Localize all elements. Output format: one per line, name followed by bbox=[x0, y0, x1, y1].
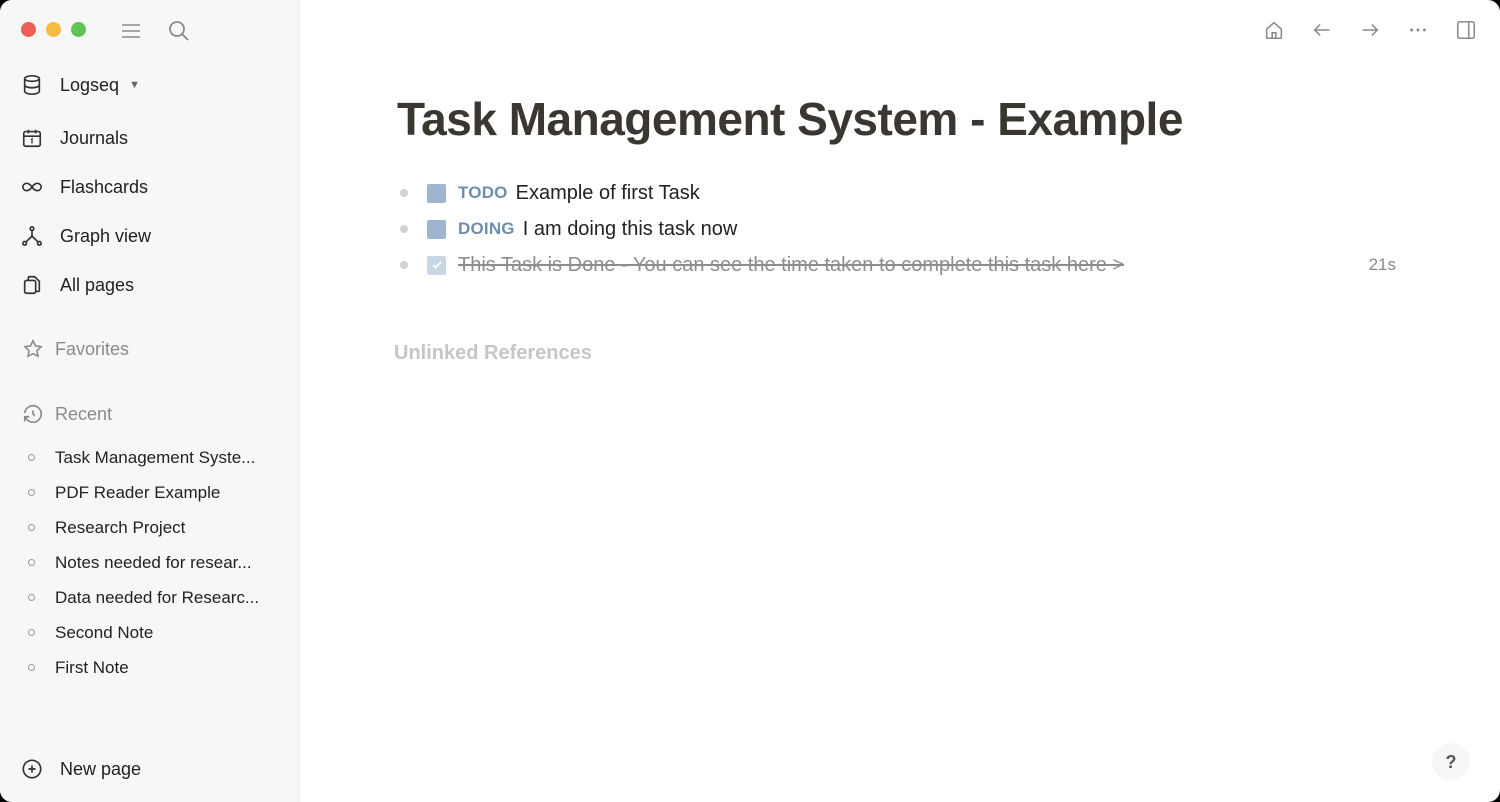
page-title[interactable]: Task Management System - Example bbox=[397, 92, 1183, 146]
star-icon bbox=[22, 338, 44, 360]
sidebar-item-journals[interactable]: Journals bbox=[20, 123, 128, 153]
plus-circle-icon bbox=[20, 757, 44, 781]
more-options-button[interactable] bbox=[1406, 18, 1430, 42]
recent-item[interactable]: Second Note bbox=[28, 615, 259, 650]
bullet-icon bbox=[28, 489, 35, 496]
arrow-right-icon bbox=[1362, 23, 1379, 37]
check-icon bbox=[431, 261, 442, 269]
minimize-window-button[interactable] bbox=[46, 22, 61, 37]
sidebar-item-flashcards[interactable]: Flashcards bbox=[20, 172, 148, 202]
task-block[interactable]: DOING I am doing this task now bbox=[400, 214, 1400, 244]
task-checkbox-checked[interactable] bbox=[427, 255, 446, 275]
recent-item-label: First Note bbox=[55, 657, 129, 677]
task-checkbox[interactable] bbox=[427, 183, 446, 203]
maximize-window-button[interactable] bbox=[71, 22, 86, 37]
menu-icon[interactable] bbox=[119, 19, 143, 43]
sidebar-item-graph-view[interactable]: Graph view bbox=[20, 221, 151, 251]
favorites-label: Favorites bbox=[55, 338, 130, 359]
sidebar-item-label: Graph view bbox=[60, 225, 152, 246]
block-bullet[interactable] bbox=[400, 261, 408, 269]
recent-item-label: Data needed for Researc... bbox=[55, 587, 260, 607]
recent-item[interactable]: PDF Reader Example bbox=[28, 475, 259, 510]
header-toolbar bbox=[1262, 18, 1478, 42]
task-text[interactable]: I am doing this task now bbox=[523, 218, 738, 241]
sidebar-item-label: Flashcards bbox=[60, 176, 149, 197]
new-page-button[interactable]: New page bbox=[20, 754, 141, 784]
search-icon[interactable] bbox=[167, 19, 191, 43]
recent-item[interactable]: First Note bbox=[28, 650, 259, 685]
help-button[interactable]: ? bbox=[1432, 743, 1470, 781]
recent-item-label: PDF Reader Example bbox=[55, 482, 221, 502]
left-sidebar: Logseq ▼ Journals Flashcards Graph view bbox=[0, 0, 300, 802]
task-text[interactable]: This Task is Done - You can see the time… bbox=[458, 254, 1124, 277]
bullet-icon bbox=[28, 629, 35, 636]
graph-icon bbox=[20, 224, 44, 248]
bullet-icon bbox=[28, 594, 35, 601]
forward-button[interactable] bbox=[1358, 18, 1382, 42]
recent-header[interactable]: Recent bbox=[22, 403, 112, 425]
block-bullet[interactable] bbox=[400, 225, 408, 233]
recent-item[interactable]: Research Project bbox=[28, 510, 259, 545]
favorites-header[interactable]: Favorites bbox=[22, 338, 129, 360]
sidebar-right-icon bbox=[1456, 20, 1476, 40]
recent-item[interactable]: Notes needed for resear... bbox=[28, 545, 259, 580]
new-page-label: New page bbox=[60, 758, 142, 779]
recent-item-label: Research Project bbox=[55, 517, 186, 537]
bullet-icon bbox=[28, 524, 35, 531]
recent-item-label: Notes needed for resear... bbox=[55, 552, 252, 572]
infinity-icon bbox=[20, 175, 44, 199]
recent-item-label: Task Management Syste... bbox=[55, 447, 256, 467]
more-icon bbox=[1410, 28, 1426, 32]
unlinked-references-toggle[interactable]: Unlinked References bbox=[394, 342, 592, 365]
sidebar-item-label: Journals bbox=[60, 127, 129, 148]
recent-label: Recent bbox=[55, 403, 113, 424]
sidebar-item-all-pages[interactable]: All pages bbox=[20, 270, 134, 300]
home-icon bbox=[1265, 21, 1283, 40]
bullet-icon bbox=[28, 454, 35, 461]
graph-selector[interactable]: Logseq ▼ bbox=[20, 70, 140, 100]
task-checkbox[interactable] bbox=[427, 219, 446, 239]
toggle-right-sidebar-button[interactable] bbox=[1454, 18, 1478, 42]
task-block[interactable]: This Task is Done - You can see the time… bbox=[400, 250, 1400, 280]
window-controls bbox=[21, 22, 86, 37]
task-block[interactable]: TODO Example of first Task bbox=[400, 178, 1400, 208]
recent-item[interactable]: Data needed for Researc... bbox=[28, 580, 259, 615]
task-marker[interactable]: TODO bbox=[458, 183, 508, 203]
bullet-icon bbox=[28, 664, 35, 671]
bullet-icon bbox=[28, 559, 35, 566]
home-button[interactable] bbox=[1262, 18, 1286, 42]
task-marker[interactable]: DOING bbox=[458, 219, 515, 239]
back-button[interactable] bbox=[1310, 18, 1334, 42]
graph-name: Logseq bbox=[60, 74, 120, 95]
database-icon bbox=[20, 73, 44, 97]
caret-down-icon: ▼ bbox=[129, 79, 140, 91]
arrow-left-icon bbox=[1313, 23, 1330, 37]
elapsed-time: 21s bbox=[1368, 255, 1396, 274]
recent-list: Task Management Syste... PDF Reader Exam… bbox=[28, 440, 259, 685]
close-window-button[interactable] bbox=[21, 22, 36, 37]
recent-item[interactable]: Task Management Syste... bbox=[28, 440, 259, 475]
sidebar-item-label: All pages bbox=[60, 274, 135, 295]
history-icon bbox=[22, 403, 44, 425]
block-bullet[interactable] bbox=[400, 189, 408, 197]
recent-item-label: Second Note bbox=[55, 622, 154, 642]
task-text[interactable]: Example of first Task bbox=[516, 182, 700, 205]
pages-icon bbox=[20, 273, 44, 297]
app-window: Logseq ▼ Journals Flashcards Graph view bbox=[0, 0, 1500, 802]
calendar-icon bbox=[20, 126, 44, 150]
